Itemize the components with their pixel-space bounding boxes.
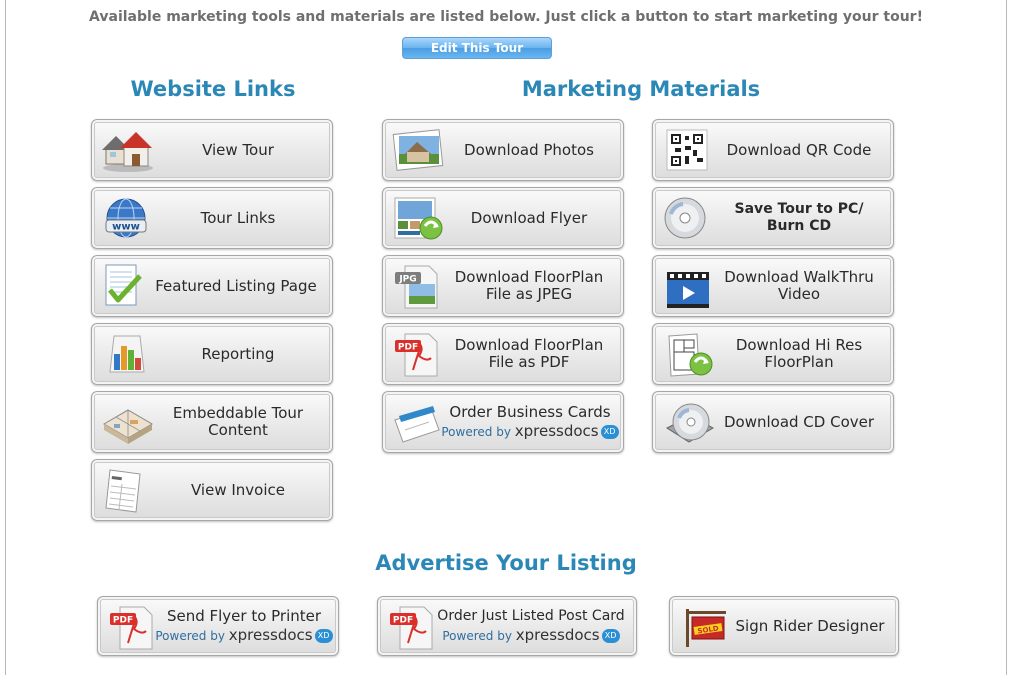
svg-text:www: www [112, 222, 140, 233]
sign-rider-designer-button[interactable]: SOLD Sign Rider Designer [669, 596, 899, 656]
download-flyer-button[interactable]: Download Flyer [382, 187, 624, 249]
view-tour-label: View Tour [202, 140, 274, 159]
order-post-card-text: Order Just Listed Post Card [437, 607, 625, 624]
floorplan-pdf-line2: File as PDF [488, 353, 570, 371]
view-invoice-label: View Invoice [191, 480, 285, 499]
marketing-materials-title: Marketing Materials [521, 77, 761, 101]
order-business-cards-label: Order Business Cards Powered by xpressdo… [441, 392, 619, 452]
download-walkthru-video-label: Download WalkThru Video [711, 256, 887, 316]
view-tour-button[interactable]: View Tour [91, 119, 333, 181]
download-floorplan-pdf-label: Download FloorPlan File as PDF [441, 324, 617, 384]
cd-icon [661, 194, 717, 242]
walkthru-line2: Video [777, 285, 821, 303]
cd-cover-icon [661, 398, 717, 446]
globe-www-icon: www [100, 194, 156, 242]
xd-logo-icon: XD [601, 629, 620, 643]
tour-links-label: Tour Links [200, 208, 276, 227]
invoice-icon [100, 466, 156, 514]
pdf-badge: PDF [398, 343, 418, 353]
order-just-listed-post-card-button[interactable]: PDF Order Just Listed Post Card Powered … [377, 596, 637, 656]
checklist-icon [100, 262, 148, 310]
order-business-cards-button[interactable]: Order Business Cards Powered by xpressdo… [382, 391, 624, 453]
download-floorplan-jpeg-label: Download FloorPlan File as JPEG [441, 256, 617, 316]
embeddable-tour-label: Embeddable Tour Content [150, 392, 326, 452]
flyer-icon [391, 194, 447, 242]
download-photos-button[interactable]: Download Photos [382, 119, 624, 181]
download-cd-cover-button[interactable]: Download CD Cover [652, 391, 894, 453]
download-cd-cover-label: Download CD Cover [723, 412, 875, 431]
view-invoice-button[interactable]: View Invoice [91, 459, 333, 521]
download-photos-label: Download Photos [464, 140, 594, 159]
sign-rider-designer-label: Sign Rider Designer [735, 616, 885, 635]
floorplan-download-icon [661, 330, 717, 378]
download-qr-code-button[interactable]: Download QR Code [652, 119, 894, 181]
tour-links-button[interactable]: www Tour Links [91, 187, 333, 249]
download-walkthru-video-button[interactable]: Download WalkThru Video [652, 255, 894, 317]
house-icon [100, 126, 156, 174]
photo-icon [391, 126, 447, 174]
save-tour-line2: Burn CD [766, 218, 832, 234]
save-tour-line1: Save Tour to PC/ [734, 201, 864, 217]
edit-tour-button[interactable]: Edit This Tour [402, 37, 552, 59]
download-floorplan-jpeg-button[interactable]: JPG Download FloorPlan File as JPEG [382, 255, 624, 317]
walkthru-line1: Download WalkThru [724, 268, 874, 286]
featured-listing-page-button[interactable]: Featured Listing Page [91, 255, 333, 317]
video-icon [661, 262, 717, 310]
download-flyer-label: Download Flyer [470, 208, 588, 227]
featured-listing-label: Featured Listing Page [155, 276, 317, 295]
hi-res-line1: Download Hi Res [735, 336, 863, 354]
website-links-title: Website Links [130, 77, 296, 101]
hi-res-line2: FloorPlan [764, 353, 834, 371]
download-hi-res-floorplan-label: Download Hi Res FloorPlan [711, 324, 887, 384]
pdf-file-icon: PDF [106, 603, 162, 651]
download-hi-res-floorplan-button[interactable]: Download Hi Res FloorPlan [652, 323, 894, 385]
embeddable-tour-content-button[interactable]: Embeddable Tour Content [91, 391, 333, 453]
reporting-button[interactable]: Reporting [91, 323, 333, 385]
powered-by-xpressdocs: Powered by xpressdocs XD [155, 626, 333, 645]
reporting-label: Reporting [201, 344, 275, 363]
pdf-badge: PDF [393, 616, 413, 626]
powered-by-xpressdocs: Powered by xpressdocs XD [441, 422, 619, 441]
floorplan-3d-icon [100, 398, 156, 446]
intro-text: Available marketing tools and materials … [89, 9, 923, 25]
embeddable-tour-line2: Content [208, 421, 268, 439]
download-floorplan-pdf-button[interactable]: PDF Download FloorPlan File as PDF [382, 323, 624, 385]
advertise-listing-title: Advertise Your Listing [375, 551, 637, 575]
send-flyer-text: Send Flyer to Printer [166, 606, 322, 625]
business-cards-icon [391, 398, 447, 446]
bar-chart-icon [100, 330, 156, 378]
xd-logo-icon: XD [314, 629, 333, 643]
order-post-card-label: Order Just Listed Post Card Powered by x… [432, 597, 630, 655]
send-flyer-to-printer-button[interactable]: PDF Send Flyer to Printer Powered by xpr… [97, 596, 339, 656]
pdf-badge: PDF [113, 616, 133, 626]
save-tour-burn-cd-button[interactable]: Save Tour to PC/ Burn CD [652, 187, 894, 249]
order-business-cards-text: Order Business Cards [449, 402, 611, 421]
floorplan-pdf-line1: Download FloorPlan [454, 336, 604, 354]
sold-sign-icon: SOLD [678, 603, 734, 651]
qr-code-icon [661, 126, 717, 174]
jpg-badge: JPG [398, 275, 416, 285]
xd-logo-icon: XD [600, 425, 619, 439]
download-qr-code-label: Download QR Code [726, 140, 872, 159]
powered-by-xpressdocs: Powered by xpressdocs XD [442, 626, 620, 645]
save-tour-burn-cd-label: Save Tour to PC/ Burn CD [711, 188, 887, 248]
send-flyer-label: Send Flyer to Printer Powered by xpressd… [155, 597, 333, 655]
jpg-file-icon: JPG [391, 262, 447, 310]
embeddable-tour-line1: Embeddable Tour [172, 404, 304, 422]
floorplan-jpeg-line1: Download FloorPlan [454, 268, 604, 286]
pdf-file-icon: PDF [391, 330, 447, 378]
floorplan-jpeg-line2: File as JPEG [485, 285, 573, 303]
